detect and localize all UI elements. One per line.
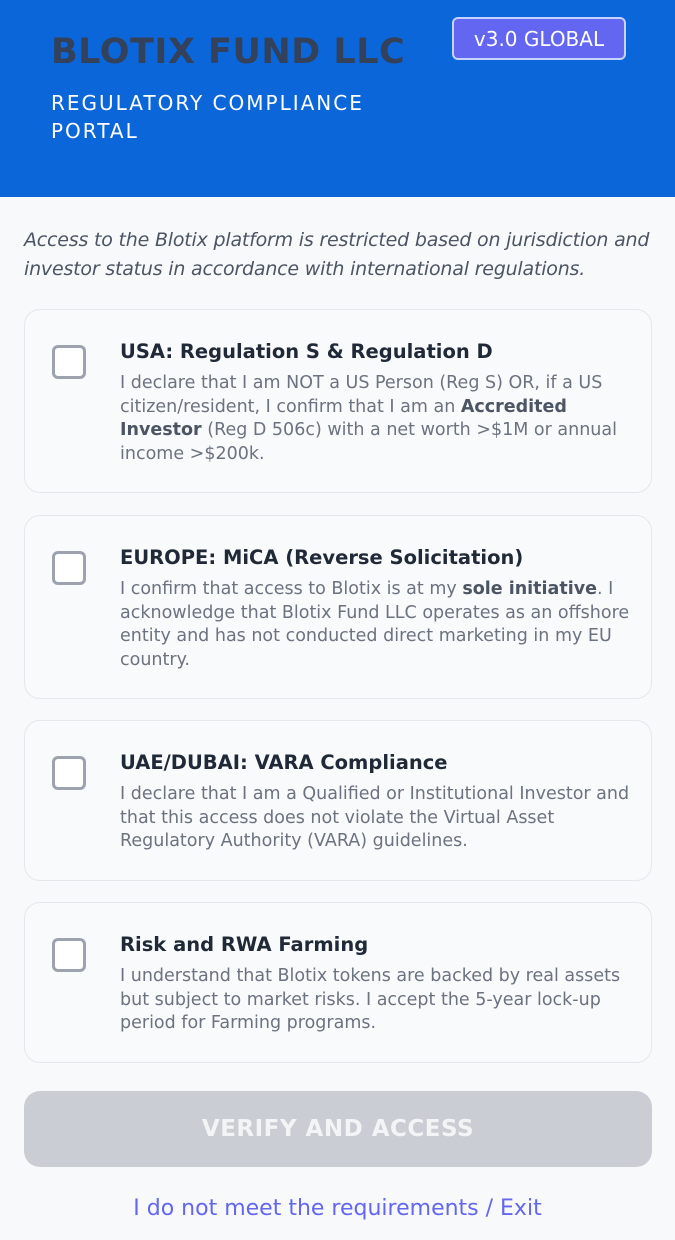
card-title-uae: UAE/DUBAI: VARA Compliance bbox=[120, 751, 448, 774]
consent-card-uae[interactable]: UAE/DUBAI: VARA Compliance I declare tha… bbox=[24, 720, 652, 881]
card-title-usa: USA: Regulation S & Regulation D bbox=[120, 340, 493, 363]
checkbox-usa[interactable] bbox=[52, 345, 86, 379]
card-desc-risk: I understand that Blotix tokens are back… bbox=[120, 966, 621, 1033]
card-desc-usa: I declare that I am NOT a US Person (Reg… bbox=[120, 373, 617, 464]
checkbox-europe[interactable] bbox=[52, 551, 86, 585]
card-title-risk: Risk and RWA Farming bbox=[120, 933, 369, 956]
card-title-europe: EUROPE: MiCA (Reverse Solicitation) bbox=[120, 546, 524, 569]
consent-card-risk[interactable]: Risk and RWA Farming I understand that B… bbox=[24, 902, 652, 1063]
brand-title: BLOTIX FUND LLC bbox=[51, 32, 406, 72]
consent-card-europe[interactable]: EUROPE: MiCA (Reverse Solicitation) I co… bbox=[24, 515, 652, 699]
card-desc-europe: I confirm that access to Blotix is at my… bbox=[120, 579, 630, 670]
header: BLOTIX FUND LLC REGULATORY COMPLIANCE PO… bbox=[0, 0, 675, 197]
intro-text: Access to the Blotix platform is restric… bbox=[24, 229, 650, 280]
version-badge: v3.0 GLOBAL bbox=[452, 17, 626, 60]
card-desc-uae: I declare that I am a Qualified or Insti… bbox=[120, 784, 630, 851]
checkbox-uae[interactable] bbox=[52, 756, 86, 790]
exit-link[interactable]: I do not meet the requirements / Exit bbox=[0, 1196, 675, 1221]
card-desc-emphasis: sole initiative bbox=[462, 579, 597, 599]
consent-card-usa[interactable]: USA: Regulation S & Regulation D I decla… bbox=[24, 309, 652, 493]
verify-and-access-button[interactable]: VERIFY AND ACCESS bbox=[24, 1091, 652, 1167]
portal-subtitle: REGULATORY COMPLIANCE PORTAL bbox=[51, 91, 364, 143]
checkbox-risk[interactable] bbox=[52, 938, 86, 972]
